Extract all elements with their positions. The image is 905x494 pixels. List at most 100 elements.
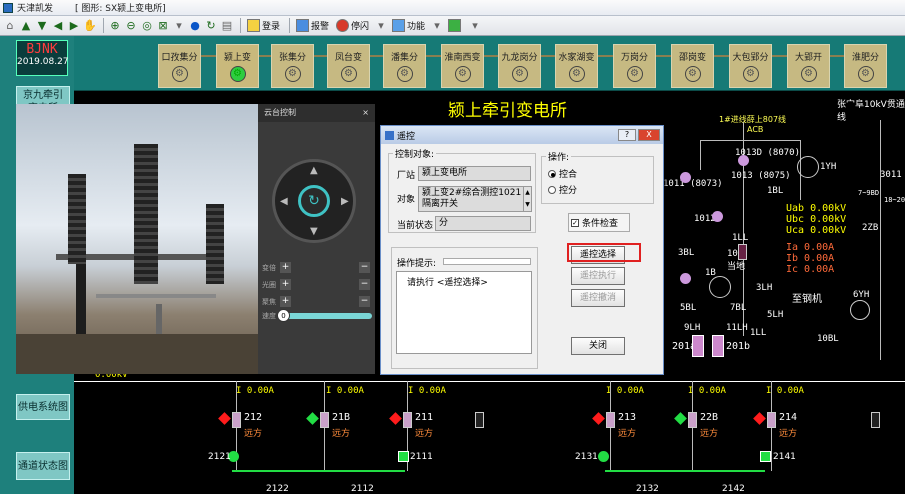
substation-button-11[interactable]: 大郢开 ⚙: [787, 44, 830, 88]
switch-2132[interactable]: 2132: [636, 484, 659, 494]
zoom-plus-button[interactable]: +: [280, 262, 291, 273]
arrow-right-icon[interactable]: ▶: [67, 19, 81, 33]
arrow-up-icon[interactable]: ▲: [19, 19, 33, 33]
speed-slider-knob[interactable]: 0: [277, 309, 290, 322]
ptz-refresh-icon[interactable]: ↻: [298, 185, 330, 217]
dialog-close-icon[interactable]: X: [638, 129, 660, 141]
feeder-mode-3: 远方: [618, 429, 637, 439]
switch-2131-indicator[interactable]: [598, 451, 609, 462]
dialog-close-button[interactable]: 关闭: [571, 337, 625, 355]
substation-button-5[interactable]: 淮南西变 ⚙: [441, 44, 484, 88]
flash-stop-button[interactable]: 停闪: [336, 19, 369, 32]
login-button[interactable]: 登录: [247, 19, 280, 32]
substation-button-8[interactable]: 万岗分 ⚙: [613, 44, 656, 88]
switch-1011-indicator[interactable]: [680, 172, 691, 183]
spare-breaker-1[interactable]: [871, 412, 880, 428]
layers-button[interactable]: [448, 19, 463, 32]
zoom-out-icon[interactable]: ⊖: [124, 19, 138, 33]
object-spinner-icon[interactable]: ▲ ▼: [523, 186, 532, 212]
spare-breaker-0[interactable]: [475, 412, 484, 428]
zoom-fit-icon[interactable]: ◎: [140, 19, 154, 33]
switch-1012-indicator[interactable]: [712, 211, 723, 222]
uca-value: Uca 0.00kV: [786, 225, 847, 236]
ptz-down-icon[interactable]: ▼: [310, 226, 318, 237]
layers-dropdown-icon[interactable]: ▾: [468, 19, 482, 33]
switch-2112[interactable]: 2112: [351, 484, 374, 494]
condition-check-checkbox[interactable]: ✓ 条件检查: [568, 213, 630, 232]
object-field[interactable]: 颍上变2#综合测控1021隔离开关: [418, 186, 524, 212]
feeder-breaker-3[interactable]: [606, 412, 615, 428]
remote-cancel-button[interactable]: 遥控撤消: [571, 289, 625, 307]
zoom-in-icon[interactable]: ⊕: [108, 19, 122, 33]
ptz-up-icon[interactable]: ▲: [310, 165, 318, 176]
power-system-button[interactable]: 供电系统图: [16, 394, 70, 420]
radio-open[interactable]: 控分: [548, 183, 577, 196]
substation-button-9[interactable]: 邵岗变 ⚙: [671, 44, 714, 88]
switch-2111[interactable]: 2111: [410, 452, 433, 462]
substation-button-3[interactable]: 凤台变 ⚙: [327, 44, 370, 88]
switch-2141-indicator[interactable]: [760, 451, 771, 462]
substation-button-6[interactable]: 九龙岗分 ⚙: [498, 44, 541, 88]
substation-button-0[interactable]: 口孜集分 ⚙: [158, 44, 201, 88]
breaker-101-symbol[interactable]: [738, 244, 747, 260]
help-button[interactable]: ?: [618, 129, 636, 141]
arrow-down-icon[interactable]: ▼: [35, 19, 49, 33]
6yh-symbol: [850, 300, 870, 320]
switch-1011[interactable]: 1011 (8073): [663, 179, 723, 189]
switch-3011[interactable]: 3011: [880, 170, 902, 180]
ptz-close-button[interactable]: ×: [362, 104, 369, 122]
switch-1013d-indicator[interactable]: [738, 155, 749, 166]
alarm-button[interactable]: 报警: [296, 19, 329, 32]
dropdown-icon[interactable]: ▾: [172, 19, 186, 33]
switch-1013[interactable]: 1013 (8075): [731, 171, 791, 181]
switch-2141[interactable]: 2141: [773, 452, 796, 462]
app-name: 天津凯发: [17, 4, 54, 14]
hand-icon[interactable]: ✋: [83, 19, 97, 33]
substation-status-icon: ⚙: [284, 66, 301, 82]
focus-plus-button[interactable]: +: [280, 296, 291, 307]
feeder-breaker-4[interactable]: [688, 412, 697, 428]
flash-dropdown-icon[interactable]: ▾: [374, 19, 388, 33]
ia-value: Ia 0.00A: [786, 242, 835, 253]
arrow-left-icon[interactable]: ◀: [51, 19, 65, 33]
radio-close[interactable]: 控合: [548, 167, 577, 180]
local-indicator: 当地: [727, 262, 746, 272]
substation-button-2[interactable]: 张集分 ⚙: [271, 44, 314, 88]
switch-2121[interactable]: 2121: [208, 452, 231, 462]
feeder-breaker-1[interactable]: [320, 412, 329, 428]
ground-indicator[interactable]: [680, 273, 691, 284]
zoom-minus-button[interactable]: −: [359, 262, 370, 273]
zoom-window-icon[interactable]: ⊠: [156, 19, 170, 33]
iris-plus-button[interactable]: +: [280, 279, 291, 290]
remote-execute-button[interactable]: 遥控执行: [571, 267, 625, 285]
substation-button-4[interactable]: 潘集分 ⚙: [383, 44, 426, 88]
substation-button-7[interactable]: 水家湖变 ⚙: [555, 44, 598, 88]
feeder-breaker-5[interactable]: [767, 412, 776, 428]
channel-status-button[interactable]: 通道状态图: [16, 452, 70, 480]
switch-201a-symbol[interactable]: [692, 335, 704, 357]
ptz-right-icon[interactable]: ▶: [341, 196, 349, 207]
switch-2111-indicator[interactable]: [398, 451, 409, 462]
refresh-icon[interactable]: ↻: [204, 19, 218, 33]
iris-minus-button[interactable]: −: [359, 279, 370, 290]
function-button[interactable]: 功能: [392, 19, 425, 32]
function-dropdown-icon[interactable]: ▾: [430, 19, 444, 33]
switch-201b-symbol[interactable]: [712, 335, 724, 357]
switch-201b[interactable]: 201b: [726, 341, 750, 352]
substation-button-10[interactable]: 大包郢分 ⚙: [729, 44, 772, 88]
substation-button-1[interactable]: 颍上变 ⚙: [216, 44, 259, 88]
feeder-id-4: 22B: [700, 412, 719, 423]
feeder-breaker-2[interactable]: [403, 412, 412, 428]
window-titlebar: 天津凯发 [ 图形: SX颍上变电所]: [0, 0, 905, 16]
switch-2142[interactable]: 2142: [722, 484, 745, 494]
globe-icon[interactable]: ●: [188, 19, 202, 33]
switch-2131[interactable]: 2131: [575, 452, 598, 462]
feeder-breaker-0[interactable]: [232, 412, 241, 428]
ptz-left-icon[interactable]: ◀: [280, 196, 288, 207]
switch-2122[interactable]: 2122: [266, 484, 289, 494]
speed-slider[interactable]: 速度 0: [262, 309, 372, 322]
focus-minus-button[interactable]: −: [359, 296, 370, 307]
home-icon[interactable]: ⌂: [3, 19, 17, 33]
substation-button-12[interactable]: 淮肥分 ⚙: [844, 44, 887, 88]
print-icon[interactable]: ▤: [220, 19, 234, 33]
